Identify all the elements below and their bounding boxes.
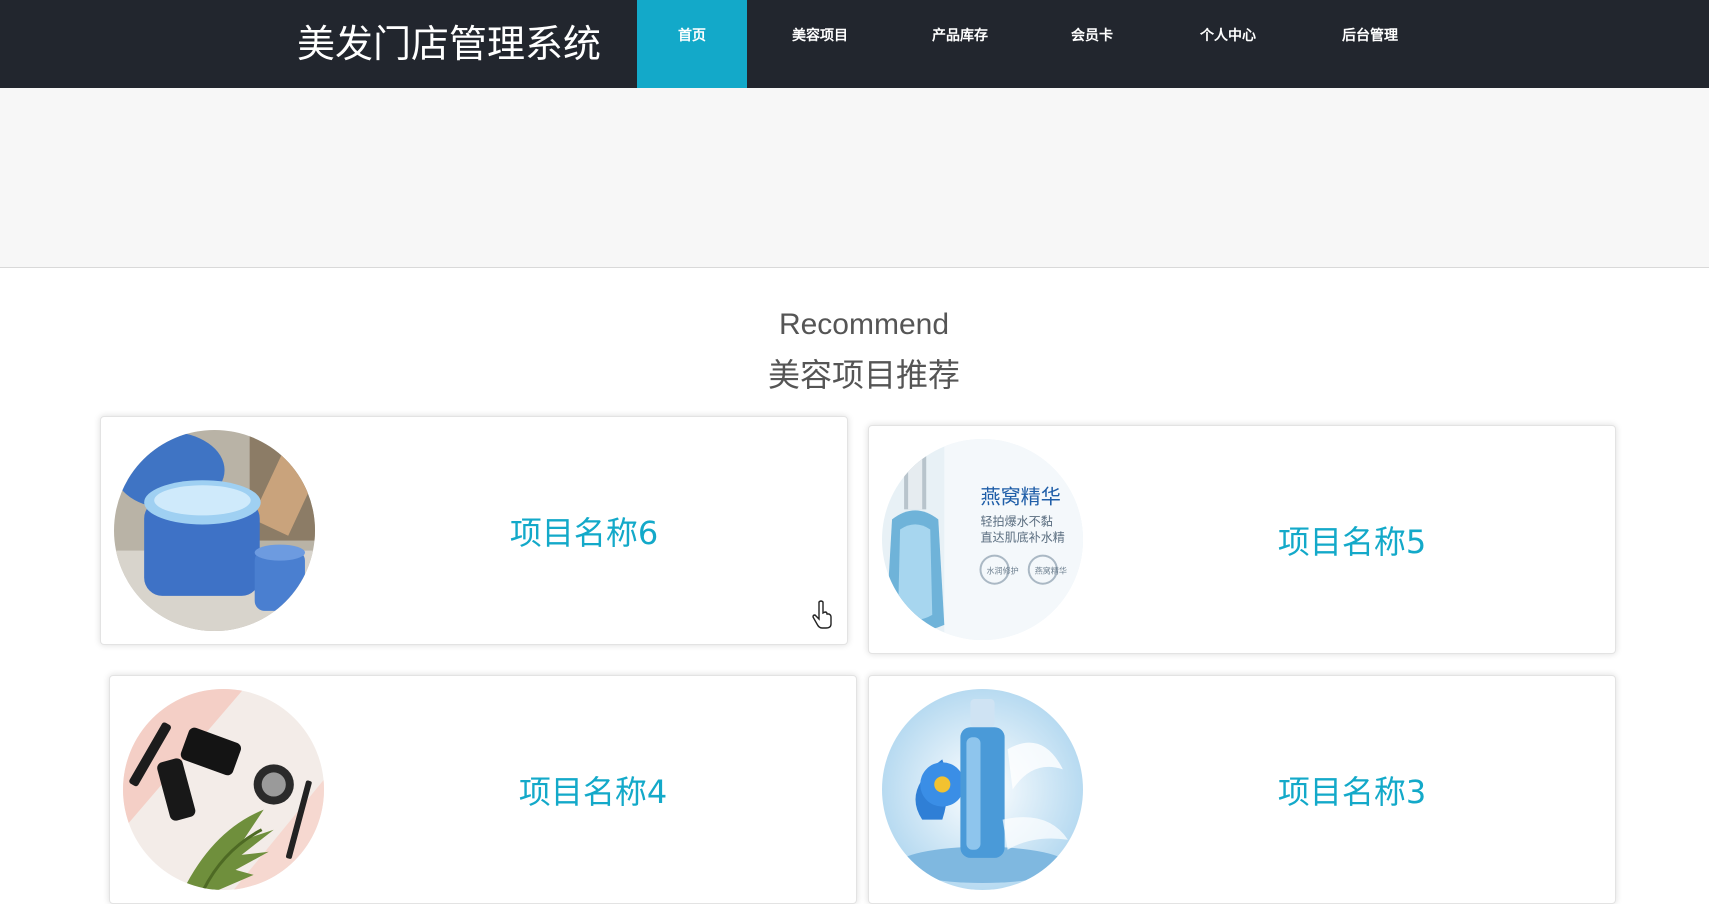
project-card[interactable]: 项目名称4 xyxy=(109,675,857,904)
nav-item-beauty-projects[interactable]: 美容项目 xyxy=(765,0,875,72)
project-card[interactable]: 项目名称3 xyxy=(868,675,1616,904)
nav-item-admin[interactable]: 后台管理 xyxy=(1315,0,1425,72)
svg-text:燕窝精华: 燕窝精华 xyxy=(1035,566,1067,576)
project-card[interactable]: 项目名称6 xyxy=(100,416,848,645)
section-title-english: Recommend xyxy=(778,308,950,341)
nav-item-home[interactable]: 首页 xyxy=(637,0,747,88)
nav-item-member-card[interactable]: 会员卡 xyxy=(1037,0,1147,72)
serum-bottle-ad-image: 燕窝精华 轻拍爆水不黏 直达肌底补水精 水润修护 燕窝精华 xyxy=(882,439,1083,640)
hand-pointer-icon xyxy=(812,600,832,629)
svg-text:轻拍爆水不黏: 轻拍爆水不黏 xyxy=(980,513,1052,528)
section-title-chinese: 美容项目推荐 xyxy=(767,356,960,394)
makeup-tools-flatlay-image xyxy=(123,689,324,890)
top-navbar: 美发门店管理系统 首页 美容项目 产品库存 会员卡 个人中心 后台管理 xyxy=(0,0,1709,88)
svg-text:直达肌底补水精: 直达肌底补水精 xyxy=(980,530,1064,545)
card-title: 项目名称5 xyxy=(1277,522,1427,561)
svg-text:水润修护: 水润修护 xyxy=(987,566,1019,576)
nav-item-personal-center[interactable]: 个人中心 xyxy=(1173,0,1283,72)
site-title: 美发门店管理系统 xyxy=(297,22,602,66)
blue-cream-jar-image xyxy=(114,430,315,631)
card-title: 项目名称6 xyxy=(509,513,659,552)
banner-area xyxy=(0,88,1709,268)
project-card[interactable]: 燕窝精华 轻拍爆水不黏 直达肌底补水精 水润修护 燕窝精华 项目名称5 xyxy=(868,425,1616,654)
svg-text:燕窝精华: 燕窝精华 xyxy=(980,484,1060,508)
card-title: 项目名称4 xyxy=(518,772,668,811)
water-splash-bottle-image xyxy=(882,689,1083,890)
card-title: 项目名称3 xyxy=(1277,772,1427,811)
nav-item-product-inventory[interactable]: 产品库存 xyxy=(905,0,1015,72)
